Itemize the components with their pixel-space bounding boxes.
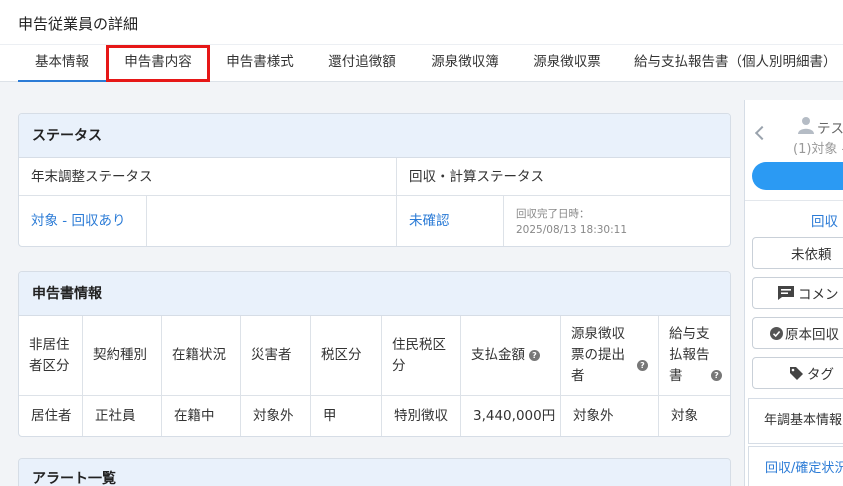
complete-datetime-cell: 回収完了日時： 2025/08/13 18:30:11 (504, 196, 730, 246)
check-circle-icon (770, 326, 783, 340)
collect-link[interactable]: 回収 (811, 210, 838, 230)
value-tax-category: 甲 (311, 396, 382, 436)
header-contract-type: 契約種別 (83, 316, 162, 396)
header-salary-report: 給与支払報告書? (659, 316, 730, 396)
complete-datetime-label: 回収完了日時： (516, 208, 590, 220)
tab-refund-amount[interactable]: 還付追徴額 (324, 45, 400, 82)
empty-status-cell (147, 196, 397, 246)
status-grid: 年末調整ステータス 回収・計算ステータス 対象 - 回収あり 未確認 回収完了日… (19, 158, 730, 246)
tab-salary-report[interactable]: 給与支払報告書（個人別明細書） (634, 45, 843, 82)
tag-button[interactable]: タグ (752, 357, 843, 389)
comment-button[interactable]: コメン (752, 277, 843, 309)
page-title: 申告従業員の詳細 (18, 15, 139, 33)
status-card-title: ステータス (19, 114, 730, 158)
value-salary-report: 対象 (671, 408, 698, 424)
primary-action-button[interactable] (752, 162, 843, 190)
value-employment-status: 在籍中 (162, 396, 241, 436)
value-withholding-submitter: 対象外 (561, 396, 659, 436)
alert-list-card: アラート一覧 (18, 458, 731, 486)
help-icon[interactable]: ? (637, 360, 648, 371)
value-payment-amount: 3,440,000円 (461, 396, 561, 436)
right-panel: テス (1)対象 - 回収 未依頼 コメン 原本回収 タグ 年調基本情報 回収/… (744, 100, 843, 486)
tab-bar: 基本情報 申告書内容 申告書様式 還付追徴額 源泉徴収簿 源泉徴収票 給与支払報… (0, 44, 843, 82)
original-collect-button[interactable]: 原本回収 (752, 317, 843, 349)
alert-list-title: アラート一覧 (19, 459, 730, 486)
header-withholding-submitter: 源泉徴収票の提出者? (561, 316, 659, 396)
header-payment-amount: 支払金額? (461, 316, 561, 396)
year-end-status-label: 年末調整ステータス (31, 169, 153, 185)
declaration-info-card: 申告書情報 非居住者区分 契約種別 在籍状況 災害者 税区分 住民税区分 支払金… (18, 271, 731, 437)
year-end-status-label-cell: 年末調整ステータス (19, 158, 397, 196)
comment-icon (778, 286, 794, 300)
section-basic-info[interactable]: 年調基本情報 (748, 398, 843, 444)
tab-declaration-form[interactable]: 申告書様式 (222, 45, 298, 82)
not-requested-button[interactable]: 未依頼 (752, 237, 843, 269)
collect-status-label-cell: 回収・計算ステータス (397, 158, 730, 196)
declaration-info-table: 非居住者区分 契約種別 在籍状況 災害者 税区分 住民税区分 支払金額? 源泉徴… (19, 316, 730, 436)
header-nonresident: 非居住者区分 (19, 316, 83, 396)
declaration-info-title: 申告書情報 (19, 272, 730, 316)
header-employment-status: 在籍状況 (162, 316, 241, 396)
tab-withholding-ledger[interactable]: 源泉徴収簿 (427, 45, 503, 82)
value-resident-tax: 特別徴収 (382, 396, 461, 436)
section-collect-status[interactable]: 回収/確定状況 (748, 446, 843, 486)
divider (745, 200, 843, 201)
tab-basic-info[interactable]: 基本情報 (18, 45, 106, 82)
tab-declaration-content[interactable]: 申告書内容 (106, 45, 210, 82)
collect-status-link[interactable]: 未確認 (409, 213, 450, 229)
value-contract-type: 正社員 (83, 396, 162, 436)
collect-status-value-cell: 未確認 (397, 196, 504, 246)
collect-status-label: 回収・計算ステータス (409, 169, 544, 185)
employee-name: テス (817, 121, 843, 137)
person-icon (798, 117, 814, 134)
header-disaster: 災害者 (241, 316, 311, 396)
chevron-left-icon[interactable] (754, 125, 770, 141)
year-end-status-link[interactable]: 対象 - 回収あり (31, 213, 125, 229)
year-end-status-value-cell: 対象 - 回収あり (19, 196, 147, 246)
help-icon[interactable]: ? (711, 370, 722, 381)
value-nonresident: 居住者 (19, 396, 83, 436)
status-card: ステータス 年末調整ステータス 回収・計算ステータス 対象 - 回収あり 未確認… (18, 113, 731, 247)
value-disaster: 対象外 (241, 396, 311, 436)
help-icon[interactable]: ? (529, 350, 540, 361)
top-bar: 申告従業員の詳細 (0, 0, 843, 44)
tab-withholding-slip[interactable]: 源泉徴収票 (529, 45, 605, 82)
header-tax-category: 税区分 (311, 316, 382, 396)
header-resident-tax: 住民税区分 (382, 316, 461, 396)
complete-datetime-value: 2025/08/13 18:30:11 (516, 224, 628, 236)
employee-subtitle: (1)対象 - (793, 142, 843, 157)
tag-icon (790, 366, 803, 380)
